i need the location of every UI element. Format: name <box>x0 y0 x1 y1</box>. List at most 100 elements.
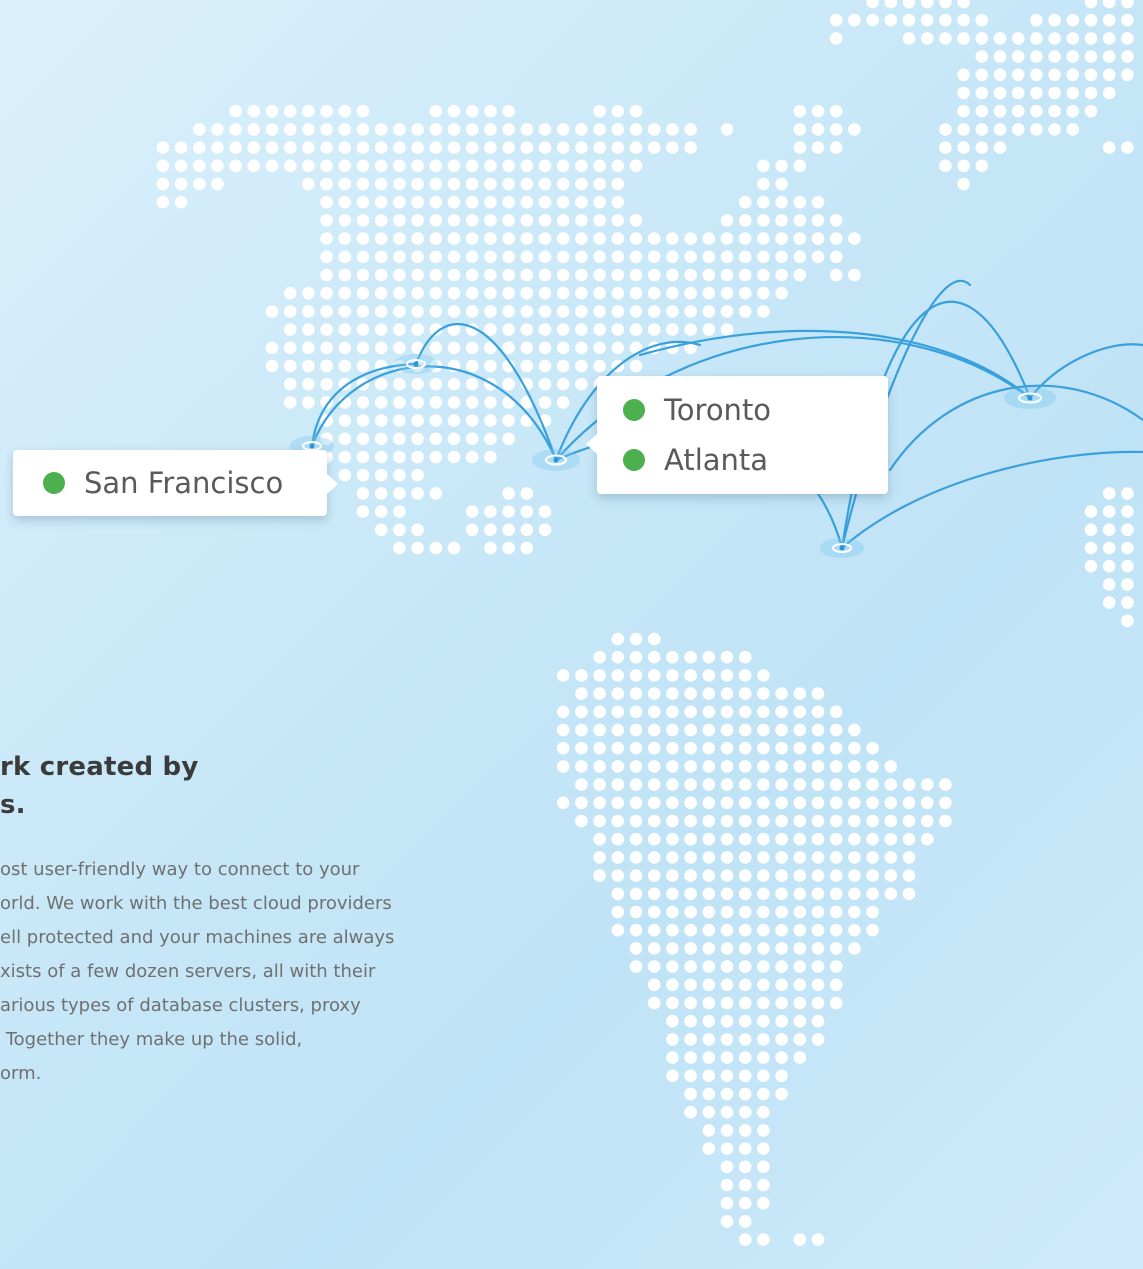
map-dot <box>666 760 679 773</box>
map-dot <box>775 250 788 264</box>
map-dot <box>211 159 224 173</box>
map-dot <box>702 796 716 810</box>
body-line: arious types of database clusters, proxy <box>0 995 361 1016</box>
map-dot <box>775 687 788 700</box>
map-dot <box>447 159 461 173</box>
map-dot <box>411 195 424 209</box>
map-dot <box>848 123 861 136</box>
map-dot <box>484 450 497 464</box>
map-dot <box>484 396 497 409</box>
map-dot <box>738 232 752 245</box>
map-dot <box>647 869 661 882</box>
map-dot <box>957 68 970 82</box>
map-dot <box>629 323 643 336</box>
map-dot <box>629 687 643 700</box>
map-dot <box>757 250 770 264</box>
map-dot <box>902 851 916 864</box>
map-dot <box>775 1051 788 1064</box>
map-dot <box>338 250 352 264</box>
map-dot <box>666 923 679 937</box>
map-dot <box>393 523 406 537</box>
map-dot <box>793 778 807 791</box>
map-dot <box>720 978 734 992</box>
map-dot <box>666 669 679 682</box>
map-dot <box>484 123 497 136</box>
map-dot <box>1030 50 1043 63</box>
map-dot <box>302 396 315 409</box>
map-dot <box>320 341 333 355</box>
map-dot <box>593 141 606 154</box>
map-dot <box>393 305 406 318</box>
map-dot <box>975 123 989 136</box>
map-dot <box>775 741 788 755</box>
map-dot <box>866 814 879 828</box>
map-dot <box>684 832 697 846</box>
map-dot <box>356 268 370 282</box>
map-dot <box>684 286 697 300</box>
map-dot <box>374 432 388 446</box>
map-dot <box>1121 487 1134 500</box>
map-dot <box>720 1069 734 1083</box>
map-dot <box>720 1178 734 1192</box>
map-dot <box>1084 32 1098 45</box>
map-dot <box>629 305 643 318</box>
map-dot <box>757 1087 770 1101</box>
map-dot <box>720 796 734 810</box>
map-dot <box>757 778 770 791</box>
map-dot <box>393 159 406 173</box>
map-dot <box>793 905 807 919</box>
map-dot <box>465 195 479 209</box>
map-dot <box>684 923 697 937</box>
map-dot <box>629 832 643 846</box>
map-dot <box>484 359 497 373</box>
map-dot <box>738 1160 752 1174</box>
status-online-icon <box>623 449 645 471</box>
map-dot <box>465 341 479 355</box>
map-dot <box>738 978 752 992</box>
map-dot <box>720 996 734 1010</box>
map-dot <box>411 468 424 482</box>
map-dot <box>411 523 424 537</box>
map-dot <box>829 232 843 245</box>
map-dot <box>484 505 497 518</box>
map-dot <box>902 887 916 901</box>
map-dot <box>429 250 443 264</box>
map-dot <box>1121 578 1134 591</box>
map-dot <box>611 741 625 755</box>
map-dot <box>848 923 861 937</box>
map-dot <box>484 414 497 427</box>
map-dot <box>1011 104 1025 118</box>
map-dot <box>1102 86 1116 100</box>
map-dot <box>702 232 716 245</box>
map-dot <box>1084 523 1098 537</box>
map-dot <box>1084 505 1098 518</box>
map-dot <box>848 13 861 27</box>
map-dot <box>757 195 770 209</box>
map-dot <box>320 232 333 245</box>
map-dot <box>393 323 406 336</box>
map-dot <box>629 632 643 646</box>
map-dot <box>647 268 661 282</box>
map-dot <box>611 141 625 154</box>
map-dot <box>338 214 352 227</box>
map-dot <box>611 760 625 773</box>
map-dot <box>302 104 315 118</box>
map-dot <box>757 851 770 864</box>
map-dot <box>647 650 661 664</box>
map-dot <box>556 723 570 737</box>
map-dot <box>702 1142 716 1155</box>
map-dot <box>793 232 807 245</box>
map-dot <box>593 232 606 245</box>
map-dot <box>502 541 515 555</box>
map-dot <box>720 1051 734 1064</box>
map-dot <box>374 250 388 264</box>
map-dot <box>429 123 443 136</box>
map-dot <box>702 996 716 1010</box>
map-dot <box>793 923 807 937</box>
map-dot <box>702 723 716 737</box>
map-dot <box>338 305 352 318</box>
map-dot <box>465 286 479 300</box>
map-dot <box>775 159 788 173</box>
map-dot <box>793 1014 807 1028</box>
map-dot <box>393 195 406 209</box>
